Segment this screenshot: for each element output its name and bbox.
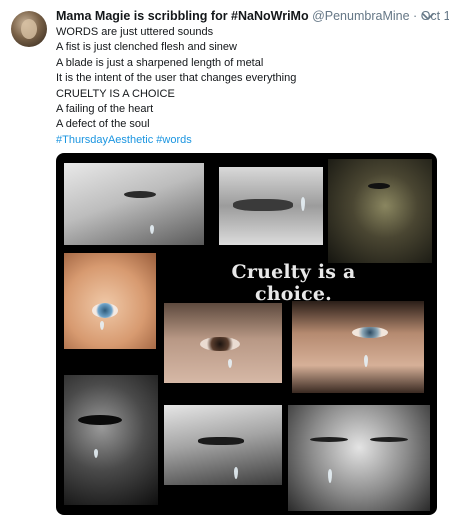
tweet-media-image[interactable]: Cruelty is a choice. (56, 153, 437, 515)
photo-man-eye (292, 301, 424, 393)
photo-man-eyes-closed (288, 405, 430, 511)
tweet-line: WORDS are just uttered sounds (56, 26, 214, 38)
photo-child-face (64, 163, 204, 245)
tweet-line: A failing of the heart (56, 103, 154, 116)
overlay-quote: Cruelty is a choice. (231, 261, 356, 305)
tweet-text: WORDS are just uttered sounds A fist is … (56, 25, 296, 148)
tweet-line: It is the intent of the user that change… (56, 72, 297, 85)
tweet-line: A fist is just clenched flesh and sinew (56, 41, 237, 54)
photo-lips (219, 167, 323, 245)
hashtag-link[interactable]: #ThursdayAesthetic (56, 134, 153, 146)
tweet-line: A defect of the soul (56, 118, 150, 131)
tweet-line: CRUELTY IS A CHOICE (56, 87, 175, 100)
tweet-line: A blade is just a sharpened length of me… (56, 56, 264, 69)
hashtag-link[interactable]: #words (156, 134, 191, 146)
photo-dark-eye (64, 375, 158, 505)
tweet: Mama Magie is scribbling for #NaNoWriMo … (0, 0, 449, 521)
separator: · (413, 9, 418, 23)
display-name[interactable]: Mama Magie is scribbling for #NaNoWriMo (56, 9, 309, 23)
chevron-down-icon[interactable] (421, 12, 435, 22)
photo-eyelashes (164, 405, 282, 485)
hashtags: #ThursdayAesthetic #words (56, 133, 296, 148)
photo-woman-eye (164, 303, 282, 383)
avatar[interactable] (11, 11, 47, 47)
photo-man-profile (328, 159, 432, 263)
handle[interactable]: @PenumbraMine (312, 9, 409, 23)
photo-child-blue-eye (64, 253, 156, 349)
